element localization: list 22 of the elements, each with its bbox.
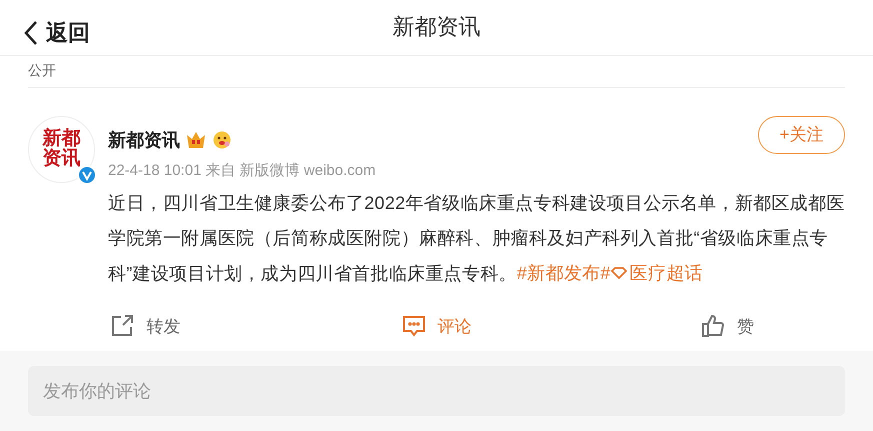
repost-button[interactable]: 转发 <box>0 314 291 339</box>
visibility-label: 公开 <box>28 62 56 80</box>
post-meta: 22-4-18 10:01 来自 新版微博 weibo.com <box>108 160 376 180</box>
avatar-logo: 新都资讯 <box>41 129 82 170</box>
topic-link[interactable]: 医疗超话 <box>610 256 703 291</box>
follow-button[interactable]: +关注 <box>758 116 845 154</box>
like-button[interactable]: 赞 <box>582 314 873 339</box>
page-title: 新都资讯 <box>392 13 480 42</box>
back-button[interactable]: 返回 <box>20 14 94 52</box>
post-text: 近日，四川省卫生健康委公布了2022年省级临床重点专科建设项目公示名单，新都区成都医学院第一附属医院（后简称成医附院）麻醉科、肿瘤科及妇产科列入首批“省级临床重点专科”建设项目计划，成为四川省首批临床重点专科。#新都发布# 医疗超话 <box>108 186 845 292</box>
comment-field[interactable]: 发布你的评论 <box>28 366 845 416</box>
diamond-icon <box>610 267 627 280</box>
crown-icon <box>186 130 206 149</box>
chevron-left-icon <box>24 20 38 46</box>
emoji-icon <box>212 130 232 150</box>
share-icon <box>110 315 134 338</box>
hashtag-link[interactable]: #新都发布# <box>516 256 611 292</box>
author-name[interactable]: 新都资讯 <box>108 128 180 152</box>
avatar[interactable]: 新都资讯 <box>28 116 95 183</box>
comment-icon <box>402 315 426 338</box>
comment-button[interactable]: 评论 <box>291 314 582 339</box>
thumbs-up-icon <box>701 315 725 338</box>
